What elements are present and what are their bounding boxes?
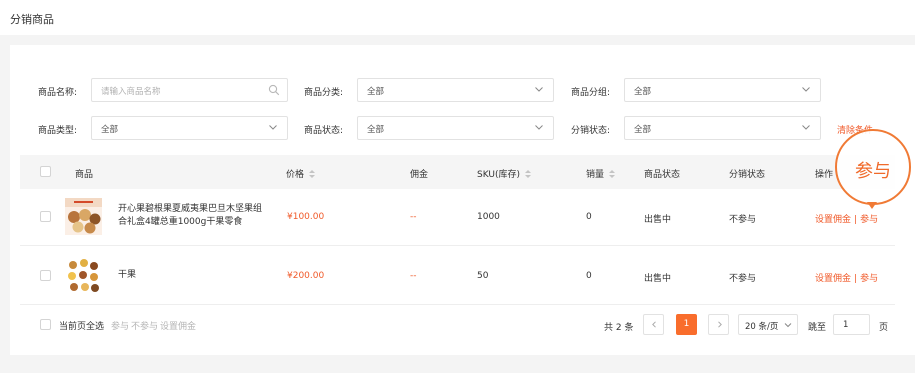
total-count: 共 2 条 bbox=[604, 323, 634, 333]
product-thumbnail bbox=[65, 257, 102, 294]
chevron-down-icon bbox=[535, 125, 543, 130]
commission: -- bbox=[410, 271, 417, 281]
col-commission: 佣金 bbox=[410, 170, 429, 180]
chevron-left-icon bbox=[652, 321, 656, 328]
price: ¥200.00 bbox=[287, 271, 325, 281]
row-checkbox[interactable] bbox=[40, 270, 51, 281]
group-value: 全部 bbox=[634, 87, 652, 97]
col-sku-label: SKU(库存) bbox=[477, 170, 520, 180]
col-status: 商品状态 bbox=[644, 170, 681, 180]
col-sales-label: 销量 bbox=[586, 170, 605, 180]
row-actions: 设置佣金 | 参与 bbox=[815, 212, 878, 225]
jump-page-value: 1 bbox=[843, 320, 849, 330]
join-callout-annotation: 参与 bbox=[835, 129, 911, 205]
sort-icon[interactable] bbox=[309, 170, 316, 179]
category-select[interactable]: 全部 bbox=[357, 78, 554, 102]
commission: -- bbox=[410, 212, 417, 222]
chevron-down-icon bbox=[535, 87, 543, 92]
join-link[interactable]: 参与 bbox=[860, 215, 878, 225]
join-link[interactable]: 参与 bbox=[860, 274, 878, 284]
col-price-label: 价格 bbox=[286, 170, 305, 180]
prev-page-button[interactable] bbox=[643, 314, 664, 335]
product-status: 出售中 bbox=[644, 274, 672, 284]
row-actions: 设置佣金 | 参与 bbox=[815, 271, 878, 284]
type-value: 全部 bbox=[101, 125, 119, 135]
search-icon[interactable] bbox=[268, 84, 280, 96]
jump-page-input[interactable]: 1 bbox=[833, 314, 870, 335]
table-row: 干果 ¥200.00 -- 50 0 出售中 不参与 设置佣金 | 参与 bbox=[20, 246, 895, 305]
product-name[interactable]: 开心果碧根果夏威夷果巴旦木坚果组合礼盒4罐总重1000g干果零食 bbox=[118, 203, 268, 229]
product-thumbnail bbox=[65, 198, 102, 235]
sales: 0 bbox=[586, 212, 592, 222]
page-suffix: 页 bbox=[879, 323, 889, 333]
select-page-label[interactable]: 当前页全选 bbox=[59, 319, 104, 332]
col-sales[interactable]: 销量 bbox=[586, 167, 616, 180]
filter-dist-status-label: 分销状态: bbox=[571, 126, 611, 136]
chevron-right-icon bbox=[718, 321, 722, 328]
type-select[interactable]: 全部 bbox=[91, 116, 288, 140]
filter-status-label: 商品状态: bbox=[304, 126, 344, 136]
top-bar: 分销商品 bbox=[0, 0, 915, 35]
sort-icon[interactable] bbox=[609, 170, 616, 179]
filter-category-label: 商品分类: bbox=[304, 88, 344, 98]
row-checkbox[interactable] bbox=[40, 211, 51, 222]
product-name-placeholder: 请输入商品名称 bbox=[101, 87, 161, 97]
chevron-down-icon bbox=[802, 87, 810, 92]
batch-join-button[interactable]: 参与 bbox=[111, 319, 129, 332]
dist-status-select[interactable]: 全部 bbox=[624, 116, 821, 140]
jump-label: 跳至 bbox=[808, 323, 827, 333]
batch-not-join-button[interactable]: 不参与 bbox=[131, 319, 158, 332]
table-header: 商品 价格 佣金 SKU(库存) 销量 商品状态 分销状态 操作 bbox=[20, 155, 895, 189]
col-sku[interactable]: SKU(库存) bbox=[477, 167, 531, 180]
price: ¥100.00 bbox=[287, 212, 325, 222]
batch-set-commission-button[interactable]: 设置佣金 bbox=[160, 319, 196, 332]
distribution-status: 不参与 bbox=[729, 274, 757, 284]
filter-type-label: 商品类型: bbox=[38, 126, 78, 136]
callout-text: 参与 bbox=[855, 161, 891, 182]
group-select[interactable]: 全部 bbox=[624, 78, 821, 102]
chevron-down-icon bbox=[784, 323, 792, 328]
col-actions: 操作 bbox=[815, 170, 834, 180]
product-name-input[interactable]: 请输入商品名称 bbox=[91, 78, 288, 102]
action-separator: | bbox=[854, 274, 858, 284]
col-dist-status: 分销状态 bbox=[729, 170, 766, 180]
dist-status-value: 全部 bbox=[634, 125, 652, 135]
sku-stock: 50 bbox=[477, 271, 489, 281]
distribution-status: 不参与 bbox=[729, 215, 757, 225]
table-row: 开心果碧根果夏威夷果巴旦木坚果组合礼盒4罐总重1000g干果零食 ¥100.00… bbox=[20, 187, 895, 246]
set-commission-link[interactable]: 设置佣金 bbox=[815, 274, 851, 284]
sort-icon[interactable] bbox=[524, 170, 531, 179]
status-select[interactable]: 全部 bbox=[357, 116, 554, 140]
filter-group-label: 商品分组: bbox=[571, 88, 611, 98]
status-value: 全部 bbox=[367, 125, 385, 135]
page-title: 分销商品 bbox=[10, 13, 54, 26]
product-status: 出售中 bbox=[644, 215, 672, 225]
page-1-button[interactable]: 1 bbox=[676, 314, 697, 335]
filter-name-label: 商品名称: bbox=[38, 88, 78, 98]
sales: 0 bbox=[586, 271, 592, 281]
page-size-select[interactable]: 20 条/页 bbox=[738, 314, 798, 335]
page-size-value: 20 条/页 bbox=[745, 322, 779, 332]
set-commission-link[interactable]: 设置佣金 bbox=[815, 215, 851, 225]
next-page-button[interactable] bbox=[708, 314, 729, 335]
callout-pointer bbox=[867, 202, 877, 209]
chevron-down-icon bbox=[802, 125, 810, 130]
product-name[interactable]: 干果 bbox=[118, 269, 268, 282]
action-separator: | bbox=[854, 215, 858, 225]
col-price[interactable]: 价格 bbox=[286, 167, 316, 180]
col-product: 商品 bbox=[75, 170, 94, 180]
chevron-down-icon bbox=[269, 125, 277, 130]
sku-stock: 1000 bbox=[477, 212, 500, 222]
category-value: 全部 bbox=[367, 87, 385, 97]
select-page-checkbox[interactable] bbox=[40, 319, 51, 330]
select-all-header-checkbox[interactable] bbox=[40, 166, 51, 177]
